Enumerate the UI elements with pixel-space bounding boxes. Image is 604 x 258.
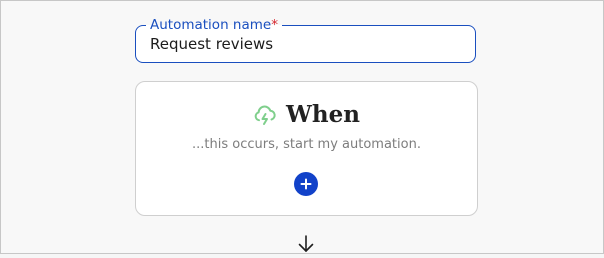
cloud-lightning-icon: [253, 103, 277, 127]
when-title: When: [286, 101, 360, 128]
automation-name-field[interactable]: Automation name*: [135, 16, 476, 63]
automation-name-input[interactable]: [150, 34, 450, 54]
required-indicator: *: [271, 17, 278, 33]
when-trigger-card[interactable]: When ...this occurs, start my automation…: [135, 81, 478, 216]
when-heading: When: [136, 100, 477, 130]
when-subtitle: ...this occurs, start my automation.: [192, 137, 421, 152]
add-trigger-button[interactable]: [294, 172, 318, 196]
plus-icon: [300, 178, 312, 190]
arrow-down-icon: [296, 234, 316, 254]
automation-name-label: Automation name*: [146, 16, 282, 34]
